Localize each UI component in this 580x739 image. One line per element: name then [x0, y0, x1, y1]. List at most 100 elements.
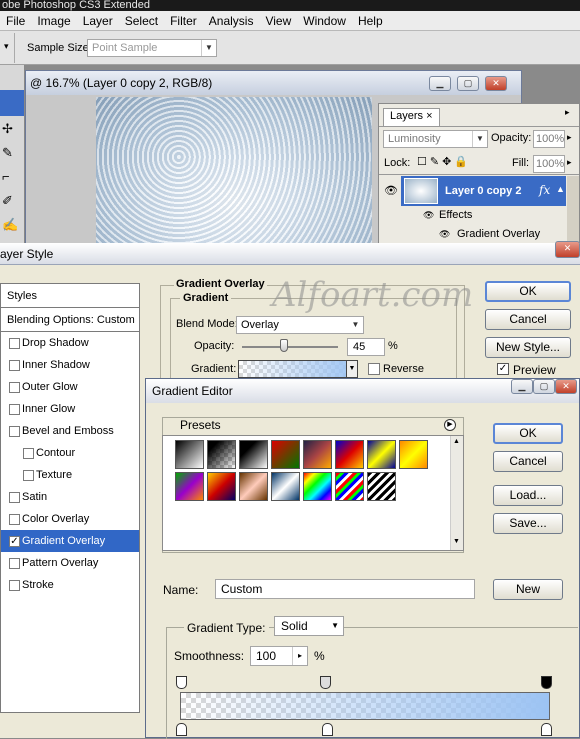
ok-button[interactable]: OK	[493, 423, 563, 444]
menu-select[interactable]: Select	[119, 14, 164, 28]
load-button[interactable]: Load...	[493, 485, 563, 506]
style-item-bevel-and-emboss[interactable]: Bevel and Emboss	[1, 420, 139, 442]
style-checkbox[interactable]: ✓	[9, 536, 20, 547]
preset-swatch[interactable]	[271, 440, 300, 469]
menu-filter[interactable]: Filter	[164, 14, 203, 28]
style-item-color-overlay[interactable]: Color Overlay	[1, 508, 139, 530]
layer-opacity-input[interactable]: 100%	[533, 130, 565, 148]
close-icon[interactable]: ×	[426, 110, 432, 122]
style-checkbox[interactable]	[9, 426, 20, 437]
style-checkbox[interactable]	[23, 448, 34, 459]
preset-swatch[interactable]	[335, 440, 364, 469]
menu-window[interactable]: Window	[297, 14, 352, 28]
eye-icon[interactable]: 👁	[384, 184, 398, 197]
color-stop-right[interactable]	[541, 723, 552, 736]
preset-swatch[interactable]	[175, 440, 204, 469]
style-item-satin[interactable]: Satin	[1, 486, 139, 508]
chevron-up-icon[interactable]: ▲	[453, 438, 460, 445]
style-checkbox[interactable]	[9, 492, 20, 503]
blend-mode-select[interactable]: Overlay ▼	[236, 316, 364, 334]
sample-size-select[interactable]: Point Sample ▼	[87, 39, 217, 57]
style-checkbox[interactable]	[23, 470, 34, 481]
opacity-stop-mid[interactable]	[320, 676, 331, 689]
layer-blend-mode-select[interactable]: Luminosity ▼	[383, 130, 488, 148]
style-item-contour[interactable]: Contour	[1, 442, 139, 464]
style-item-texture[interactable]: Texture	[1, 464, 139, 486]
close-button[interactable]: ✕	[485, 76, 507, 91]
crop-tool-icon[interactable]: ⌐	[2, 169, 10, 184]
tool-preset-arrow-icon[interactable]: ▾	[4, 41, 9, 52]
layers-scrollbar[interactable]	[567, 176, 579, 244]
styles-header[interactable]: Styles	[1, 284, 139, 308]
menu-file[interactable]: File	[0, 14, 31, 28]
fx-icon[interactable]: fx	[539, 183, 550, 197]
style-checkbox[interactable]	[9, 360, 20, 371]
preset-swatch[interactable]	[207, 440, 236, 469]
preset-swatch[interactable]	[271, 472, 300, 501]
smoothness-input[interactable]: 100 ▸	[250, 646, 308, 666]
preset-swatch[interactable]	[303, 472, 332, 501]
opacity-slider-thumb[interactable]	[280, 339, 288, 352]
opacity-input[interactable]: 45	[347, 338, 385, 356]
gradient-preview[interactable]	[238, 360, 358, 378]
new-button[interactable]: New	[493, 579, 563, 600]
ok-button[interactable]: OK	[485, 281, 571, 302]
menu-help[interactable]: Help	[352, 14, 389, 28]
blending-options-item[interactable]: Blending Options: Custom	[1, 308, 139, 332]
maximize-button[interactable]: ▢	[457, 76, 479, 91]
lock-icons[interactable]: ☐✎✥🔒	[417, 155, 471, 168]
menu-view[interactable]: View	[259, 14, 297, 28]
save-button[interactable]: Save...	[493, 513, 563, 534]
preview-checkbox[interactable]: ✓	[497, 363, 509, 375]
eye-icon[interactable]: 👁	[423, 210, 434, 221]
style-checkbox[interactable]	[9, 580, 20, 591]
menu-analysis[interactable]: Analysis	[203, 14, 260, 28]
opacity-slider-track[interactable]	[242, 346, 338, 348]
effect-item-gradient-overlay[interactable]: Gradient Overlay	[457, 228, 540, 240]
style-checkbox[interactable]	[9, 558, 20, 569]
brush-tool-icon[interactable]: ✍	[2, 217, 18, 233]
style-checkbox[interactable]	[9, 382, 20, 393]
chevron-down-icon[interactable]: ▼	[453, 538, 460, 545]
menu-layer[interactable]: Layer	[77, 14, 119, 28]
eyedropper-icon[interactable]: ✐	[2, 193, 13, 209]
presets-scrollbar[interactable]: ▲ ▼	[450, 436, 463, 550]
name-input[interactable]: Custom	[215, 579, 475, 599]
close-button[interactable]: ✕	[555, 379, 577, 394]
chevron-up-icon[interactable]: ▲	[556, 184, 565, 194]
reverse-checkbox[interactable]	[368, 363, 380, 375]
layer-fill-input[interactable]: 100%	[533, 155, 565, 173]
style-checkbox[interactable]	[9, 404, 20, 415]
preset-swatch[interactable]	[367, 472, 396, 501]
presets-menu-icon[interactable]: ▶	[444, 419, 456, 431]
eye-icon[interactable]: 👁	[439, 229, 450, 240]
opacity-stop-right[interactable]	[541, 676, 552, 689]
style-item-pattern-overlay[interactable]: Pattern Overlay	[1, 552, 139, 574]
style-item-inner-glow[interactable]: Inner Glow	[1, 398, 139, 420]
color-stop-mid[interactable]	[322, 723, 333, 736]
magic-wand-icon[interactable]: ✎	[2, 145, 13, 161]
image-canvas[interactable]	[96, 97, 372, 247]
preset-swatch[interactable]	[399, 440, 428, 469]
chevron-right-icon[interactable]: ▸	[292, 647, 307, 665]
cancel-button[interactable]: Cancel	[485, 309, 571, 330]
color-stop-left[interactable]	[176, 723, 187, 736]
preset-swatch[interactable]	[175, 472, 204, 501]
style-checkbox[interactable]	[9, 338, 20, 349]
menu-image[interactable]: Image	[31, 14, 76, 28]
chevron-down-icon[interactable]: ▼	[346, 360, 358, 378]
style-item-drop-shadow[interactable]: Drop Shadow	[1, 332, 139, 354]
gradient-bar[interactable]	[180, 692, 550, 720]
style-item-outer-glow[interactable]: Outer Glow	[1, 376, 139, 398]
preset-swatch[interactable]	[367, 440, 396, 469]
preset-swatch[interactable]	[239, 440, 268, 469]
opacity-stop-left[interactable]	[176, 676, 187, 689]
preset-swatch[interactable]	[303, 440, 332, 469]
preset-swatch[interactable]	[335, 472, 364, 501]
maximize-button[interactable]: ▢	[533, 379, 555, 394]
panel-menu-icon[interactable]: ▸	[565, 107, 570, 118]
move-tool-icon[interactable]	[0, 90, 24, 116]
gradient-type-select[interactable]: Solid ▼	[274, 616, 344, 636]
lasso-tool-icon[interactable]: ✢	[2, 121, 13, 137]
cancel-button[interactable]: Cancel	[493, 451, 563, 472]
